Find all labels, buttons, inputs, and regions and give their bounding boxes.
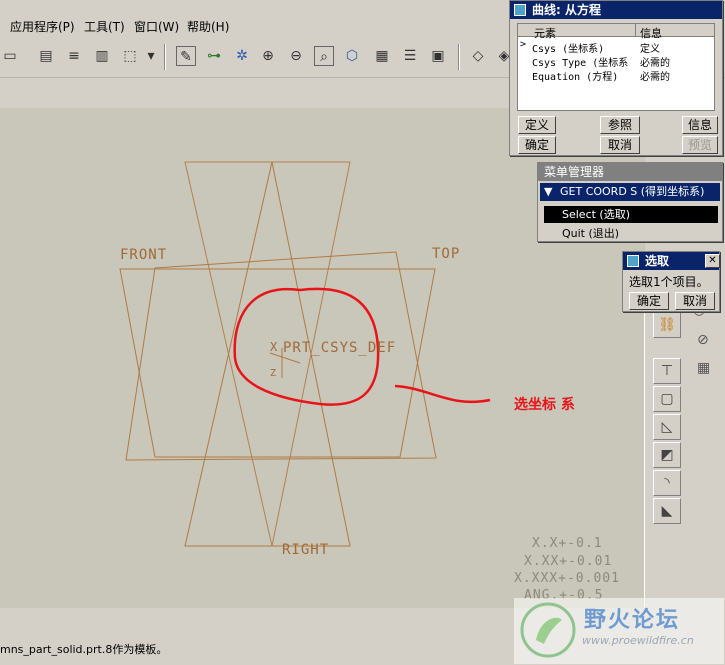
select-message: 选取1个项目。 [629,275,709,289]
chevron-right-icon: > [520,39,527,50]
datum-front-label: FRONT [120,247,168,263]
toolbar-separator [164,44,166,70]
menu-app[interactable]: 应用程序(P) [10,18,75,35]
status-message: mns_part_solid.prt.8作为模板。 [0,643,168,656]
table-row-info[interactable]: 必需的 [640,68,670,83]
table-row-info[interactable]: 必需的 [640,54,670,69]
watermark: 野火论坛 www.proewildfire.cn [514,598,724,664]
references-button[interactable]: 参照 [600,116,640,134]
watermark-logo-icon [520,602,576,658]
sketch-icon[interactable]: ✎ [176,46,196,66]
view-manager-icon[interactable]: ▣ [428,46,448,66]
selection-box-icon[interactable]: ⬚ [120,46,140,66]
annotation-arrow [394,384,491,404]
reorient-icon[interactable]: ⬡ [342,46,362,66]
csys-z-label: Z [270,368,278,379]
element-table: 元素 信息 > Csys (坐标系) 定义 Csys Type (坐标系 必需的… [517,23,715,111]
table-row-element[interactable]: Equation (方程) [532,68,618,83]
zoom-out-icon[interactable]: ⊖ [286,46,306,66]
preview-button[interactable]: 预览 [682,136,718,154]
info-button[interactable]: 信息 [682,116,718,134]
datum-right-label: RIGHT [282,542,330,558]
grid-icon[interactable]: ▦ [697,360,710,376]
tolerance-1: X.X+-0.1 [532,536,603,551]
col-info-header: 信息 [640,27,662,40]
tolerance-2: X.XX+-0.01 [524,554,613,569]
cancel-button[interactable]: 取消 [600,136,640,154]
menu-item-quit[interactable]: Quit (退出) [544,225,718,242]
datum-top-label: TOP [432,246,461,262]
select-dialog: 选取 ✕ 选取1个项目。 确定 取消 [622,251,720,312]
top-plane [125,251,437,461]
tolerance-3: X.XXX+-0.001 [514,571,620,586]
csys-x-label: X [270,340,279,354]
close-icon[interactable]: ✕ [705,254,720,268]
rib-icon[interactable]: ◺ [653,414,681,440]
refit-icon[interactable]: ⌕ [314,46,334,66]
chain-icon[interactable]: ⛓ [653,312,681,338]
side-toolbar: ⛓ ⊤ ▢ ◺ ◩ ◝ ◣ [644,300,690,608]
shell-icon[interactable]: ▢ [653,386,681,412]
chevron-down-icon[interactable]: ▾ [146,46,156,66]
col-element-header: 元素 [534,27,556,40]
menu-help[interactable]: 帮助(H) [187,18,229,35]
dialog-app-icon [514,4,526,16]
draft-icon[interactable]: ◩ [653,442,681,468]
datum-point-icon[interactable]: ⊶ [204,46,224,66]
menu-manager-header[interactable]: ▼ GET COORD S (得到坐标系) [540,183,720,201]
menu-manager: 菜单管理器 ▼ GET COORD S (得到坐标系) Select (选取) … [537,162,723,242]
menu-tools[interactable]: 工具(T) [84,18,125,35]
table-row-element[interactable]: Csys Type (坐标系 [532,54,628,69]
table-row-info[interactable]: 定义 [640,40,660,55]
front-plane [119,268,436,458]
curve-equation-dialog: 曲线: 从方程 元素 信息 > Csys (坐标系) 定义 Csys Type … [509,0,723,156]
zoom-in-icon[interactable]: ⊕ [258,46,278,66]
dialog-title: 曲线: 从方程 [510,1,722,19]
watermark-url: www.proewildfire.cn [582,634,694,647]
round-icon[interactable]: ◝ [653,470,681,496]
select-cancel-button[interactable]: 取消 [675,292,715,310]
menu-manager-title: 菜单管理器 [538,163,722,181]
mirror-icon[interactable]: ⊘ [697,332,709,348]
table-row-element[interactable]: Csys (坐标系) [532,40,604,55]
paste-special-icon[interactable]: ≡ [64,46,84,66]
spin-icon[interactable]: ✲ [232,46,252,66]
toolbar-separator [458,44,460,70]
ok-button[interactable]: 确定 [518,136,556,154]
menu-window[interactable]: 窗口(W) [134,18,179,35]
annotation-text: 选坐标 系 [514,397,575,413]
datum-csys-label: PRT_CSYS_DEF [283,340,397,356]
hole-icon[interactable]: ⊤ [653,358,681,384]
paste-icon[interactable]: ▤ [36,46,56,66]
saved-views-icon[interactable]: ▦ [372,46,392,66]
define-button[interactable]: 定义 [518,116,556,134]
dialog-app-icon [627,255,639,267]
copy-icon[interactable]: ▭ [0,46,20,66]
triangle-down-icon: ▼ [544,185,553,198]
chamfer-icon[interactable]: ◣ [653,498,681,524]
wireframe-icon[interactable]: ◇ [468,46,488,66]
menu-item-select[interactable]: Select (选取) [544,206,718,223]
layers-icon[interactable]: ☰ [400,46,420,66]
status-bar: mns_part_solid.prt.8作为模板。 野火论坛 www.proew… [0,598,725,665]
watermark-title: 野火论坛 [584,608,681,633]
select-ok-button[interactable]: 确定 [629,292,669,310]
regenerate-icon[interactable]: ▥ [92,46,112,66]
